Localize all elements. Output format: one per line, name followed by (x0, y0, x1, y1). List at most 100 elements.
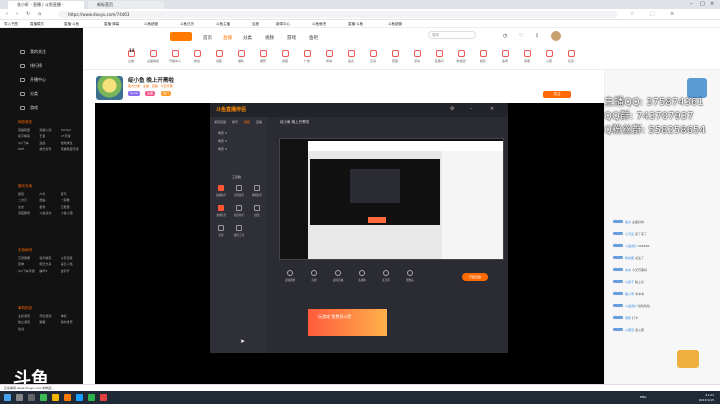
tool-item[interactable]: 弹幕助手 (248, 185, 266, 197)
sidebar-link[interactable]: 金铲铲 (61, 268, 82, 274)
tool-item[interactable]: 房管助手 (230, 185, 248, 197)
gift-box-icon[interactable] (677, 350, 699, 368)
qq-icon[interactable] (76, 394, 83, 401)
scene-item[interactable]: 场景 1 (218, 131, 227, 135)
control-item[interactable]: 直播弹幕 (280, 270, 300, 282)
nav-live[interactable]: 直播 (223, 35, 232, 41)
browser-icon[interactable] (40, 394, 47, 401)
bookmark-item[interactable]: 直播模式 (30, 20, 44, 28)
maximize-icon[interactable]: □ (700, 1, 705, 7)
control-item[interactable]: 麦克风 (376, 270, 396, 282)
category-item[interactable]: 心愿 (539, 50, 559, 63)
start-icon[interactable] (4, 394, 11, 401)
control-item[interactable]: 音效 (304, 270, 324, 282)
category-item[interactable]: 赛事 (385, 50, 405, 63)
sidebar-link[interactable]: 策略 (39, 319, 60, 325)
ad-banner[interactable]: 玩游戏 免费领火箭 (308, 309, 387, 336)
nav-home[interactable]: 首页 (203, 35, 212, 41)
bookmark-item[interactable]: 百度 (252, 20, 259, 28)
sidebar-link[interactable]: 崩坏3 (39, 268, 60, 274)
obs-tab[interactable]: 娱乐 (232, 120, 238, 124)
site-logo[interactable] (170, 32, 192, 41)
start-live-button[interactable]: 开始直播 (462, 273, 488, 281)
category-item[interactable]: 贵族 (275, 50, 295, 63)
category-item[interactable]: 客服 (517, 50, 537, 63)
taskview-icon[interactable] (28, 394, 35, 401)
menu-icon[interactable]: ≡ (670, 11, 674, 17)
category-item[interactable]: 鱼吧 (495, 50, 515, 63)
minimize-icon[interactable]: – (690, 1, 693, 7)
nav-category[interactable]: 分类 (243, 35, 252, 41)
minimize-icon[interactable]: – (470, 106, 473, 112)
reload-icon[interactable]: ↻ (26, 11, 30, 17)
category-item[interactable]: 活动 (407, 50, 427, 63)
bookmark-item[interactable]: 斗鱼鱼吧 (312, 20, 326, 28)
scene-item[interactable]: 场景 2 (218, 139, 227, 143)
star-icon[interactable]: ☆ (630, 11, 634, 17)
control-item[interactable]: 多媒体 (352, 270, 372, 282)
category-item[interactable]: 主播等级 (143, 50, 163, 63)
app-icon[interactable] (100, 394, 107, 401)
history-icon[interactable]: ◷ (503, 33, 507, 39)
sidebar-item-games[interactable]: 游戏 (0, 102, 83, 114)
category-item[interactable]: 广告 (297, 50, 317, 63)
category-item[interactable]: 商城 (319, 50, 339, 63)
obs-tab[interactable]: 直播 (256, 120, 262, 124)
sidebar-link[interactable]: 我的世界 (61, 319, 82, 325)
search-input[interactable]: 搜索 (428, 31, 476, 39)
control-item[interactable]: 摄像头 (400, 270, 420, 282)
extension-icon[interactable]: ⬚ (650, 11, 655, 17)
clock[interactable]: 21:21 2023/1/15 (699, 393, 714, 402)
bookmark-item[interactable]: 直播·斗鱼 (64, 20, 79, 28)
category-item[interactable]: 福利 (231, 50, 251, 63)
avatar[interactable] (551, 31, 561, 41)
url-input[interactable]: https://www.douyu.com/74463 (58, 11, 618, 18)
obs-tab[interactable]: 游戏直播 (214, 120, 226, 124)
sidebar-link[interactable]: 仙剑 (18, 326, 39, 332)
tool-item[interactable]: 语音助手 (230, 205, 248, 217)
sidebar-link[interactable]: QQ飞车手游 (18, 268, 39, 274)
sidebar-link[interactable]: 魔兽世界 (39, 146, 60, 152)
heart-icon[interactable]: ♡ (519, 33, 523, 39)
nav-games[interactable]: 游戏 (287, 35, 296, 41)
streamer-avatar[interactable] (96, 76, 123, 100)
bookmark-item[interactable]: 新闻中心 (276, 20, 290, 28)
category-item[interactable]: 超管 (473, 50, 493, 63)
sidebar-item-category[interactable]: 分类 (0, 88, 83, 100)
tool-item[interactable]: 抽奖 (248, 205, 266, 217)
category-item[interactable]: 粉丝 (187, 50, 207, 63)
bookmark-item[interactable]: 斗鱼超管 (144, 20, 158, 28)
obs-preview[interactable] (279, 138, 504, 260)
bookmark-item[interactable]: 直播·弹幕 (104, 20, 119, 28)
category-item[interactable]: 领取 (209, 50, 229, 63)
obs-tab[interactable]: 美颜 (244, 120, 250, 124)
sidebar-link[interactable]: 斗鱼读书 (39, 210, 60, 216)
follow-button[interactable]: 关注 (543, 91, 571, 98)
video-player[interactable]: 斗鱼直播伴侣 ⚙ – × 游戏直播 娱乐 美颜 直播 场景 1 场景 2 场景 … (95, 103, 604, 384)
wechat-icon[interactable] (88, 394, 95, 401)
category-item[interactable]: 开播中心 (165, 50, 185, 63)
control-item[interactable]: 虚拟直播 (328, 270, 348, 282)
nav-video[interactable]: 视频 (265, 35, 274, 41)
sidebar-link[interactable]: 深夜剧场 (18, 210, 39, 216)
bookmark-item[interactable]: 斗鱼超管 (388, 20, 402, 28)
download-icon[interactable]: ⇩ (535, 33, 539, 39)
category-item[interactable]: 任务 (561, 50, 581, 63)
category-item[interactable]: 粉丝团 (451, 50, 471, 63)
search-icon[interactable] (16, 394, 23, 401)
tool-item[interactable]: 我的工具 (230, 225, 248, 237)
bookmark-item[interactable]: 直播·斗鱼 (348, 20, 363, 28)
tool-item[interactable]: 录屏 (212, 225, 230, 237)
close-icon[interactable]: × (490, 106, 494, 112)
sidebar-item-rank[interactable]: 排行榜 (0, 60, 83, 72)
scene-item[interactable]: 场景 3 (218, 147, 227, 151)
category-item[interactable]: 鱼丸 (341, 50, 361, 63)
forward-icon[interactable]: › (16, 11, 18, 17)
category-item[interactable]: 直播间 (429, 50, 449, 63)
steam-icon[interactable] (112, 394, 119, 401)
category-item[interactable]: 互动 (363, 50, 383, 63)
bookmark-item[interactable]: 斗鱼日历 (180, 20, 194, 28)
folder-icon[interactable] (52, 394, 59, 401)
nav-yuba[interactable]: 鱼吧 (309, 35, 318, 41)
close-icon[interactable]: × (710, 1, 714, 7)
